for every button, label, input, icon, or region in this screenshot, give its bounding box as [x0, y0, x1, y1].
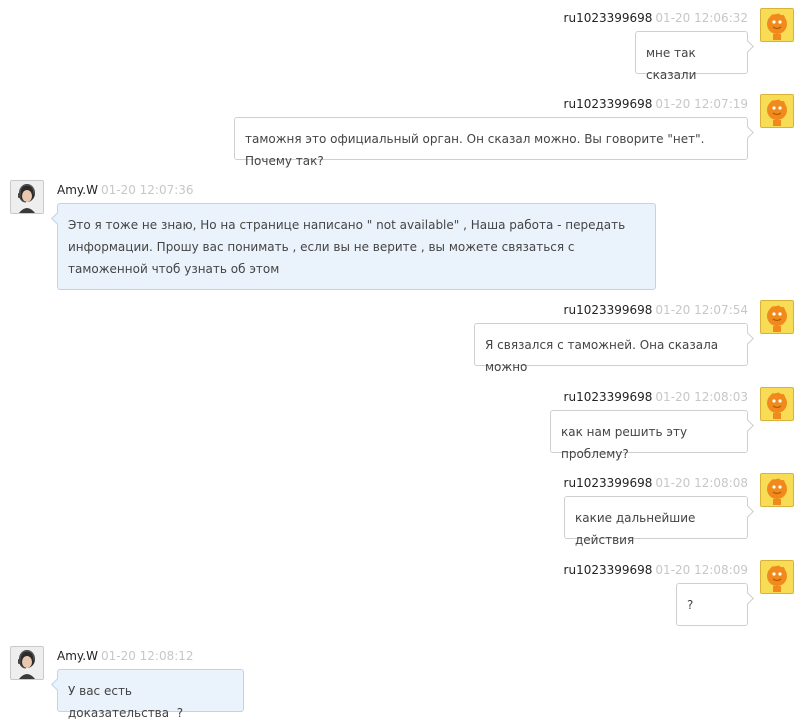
chat-message: ru1023399698 01-20 12:07:54 Я связался с …	[0, 300, 804, 374]
outgoing-message-bubble: как нам решить эту проблему?	[550, 410, 754, 461]
chat-message: ru1023399698 01-20 12:07:19 таможня это о…	[0, 94, 804, 168]
message-text: Это я тоже не знаю, Но на странице напис…	[68, 218, 630, 276]
sender-name: ru1023399698	[563, 303, 653, 317]
message-timestamp: 01-20 12:08:12	[100, 649, 194, 663]
message-header: ru1023399698 01-20 12:08:08	[564, 475, 748, 491]
outgoing-message-bubble: таможня это официальный орган. Он сказал…	[234, 117, 754, 168]
message-text: какие дальнейшие действия	[575, 511, 700, 547]
message-text: как нам решить эту проблему?	[561, 425, 691, 461]
message-header: Amy.W 01-20 12:07:36	[57, 182, 194, 198]
sender-name: ru1023399698	[563, 563, 653, 577]
message-timestamp: 01-20 12:08:03	[655, 390, 748, 404]
chat-message: ru1023399698 01-20 12:06:32 мне так сказа…	[0, 8, 804, 82]
orange-character-avatar-icon[interactable]	[760, 387, 794, 421]
chat-message: Amy.W 01-20 12:07:36 Это я тоже не знаю, …	[0, 180, 804, 292]
message-timestamp: 01-20 12:07:36	[100, 183, 194, 197]
message-text: У вас есть доказательства ?	[68, 684, 184, 720]
orange-character-avatar-icon[interactable]	[760, 560, 794, 594]
sender-name: ru1023399698	[563, 11, 653, 25]
chat-transcript: ru1023399698 01-20 12:06:32 мне так сказа…	[0, 0, 804, 723]
message-text: таможня это официальный орган. Он сказал…	[245, 132, 709, 168]
sender-name: ru1023399698	[563, 390, 653, 404]
orange-character-avatar-icon[interactable]	[760, 8, 794, 42]
orange-character-avatar-icon[interactable]	[760, 473, 794, 507]
chat-message: ru1023399698 01-20 12:08:03 как нам решит…	[0, 387, 804, 461]
message-timestamp: 01-20 12:06:32	[655, 11, 748, 25]
sender-name: Amy.W	[57, 649, 98, 663]
message-text: мне так сказали	[646, 46, 700, 82]
message-timestamp: 01-20 12:07:19	[655, 97, 748, 111]
message-header: ru1023399698 01-20 12:08:03	[564, 389, 748, 405]
agent-headset-avatar-icon[interactable]	[10, 180, 44, 214]
message-timestamp: 01-20 12:08:08	[655, 476, 748, 490]
message-timestamp: 01-20 12:07:54	[655, 303, 748, 317]
chat-message: ru1023399698 01-20 12:08:09 ?	[0, 560, 804, 627]
message-text: ?	[687, 598, 694, 612]
sender-name: ru1023399698	[563, 97, 653, 111]
message-header: ru1023399698 01-20 12:07:54	[564, 302, 748, 318]
message-header: ru1023399698 01-20 12:06:32	[564, 10, 748, 26]
message-header: Amy.W 01-20 12:08:12	[57, 648, 194, 664]
sender-name: ru1023399698	[563, 476, 653, 490]
outgoing-message-bubble: Я связался с таможней. Она сказала можно	[474, 323, 754, 374]
sender-name: Amy.W	[57, 183, 98, 197]
outgoing-message-bubble: мне так сказали	[635, 31, 754, 82]
incoming-message-bubble: У вас есть доказательства ?	[51, 669, 244, 720]
message-text: Я связался с таможней. Она сказала можно	[485, 338, 722, 374]
orange-character-avatar-icon[interactable]	[760, 300, 794, 334]
agent-headset-avatar-icon[interactable]	[10, 646, 44, 680]
message-header: ru1023399698 01-20 12:07:19	[564, 96, 748, 112]
incoming-message-bubble: Это я тоже не знаю, Но на странице напис…	[51, 203, 656, 290]
message-timestamp: 01-20 12:08:09	[655, 563, 748, 577]
orange-character-avatar-icon[interactable]	[760, 94, 794, 128]
outgoing-message-bubble: какие дальнейшие действия	[564, 496, 754, 547]
chat-message: ru1023399698 01-20 12:08:08 какие дальней…	[0, 473, 804, 547]
message-header: ru1023399698 01-20 12:08:09	[564, 562, 748, 578]
chat-message: Amy.W 01-20 12:08:12 У вас есть доказател…	[0, 646, 804, 720]
outgoing-message-bubble: ?	[676, 583, 754, 626]
